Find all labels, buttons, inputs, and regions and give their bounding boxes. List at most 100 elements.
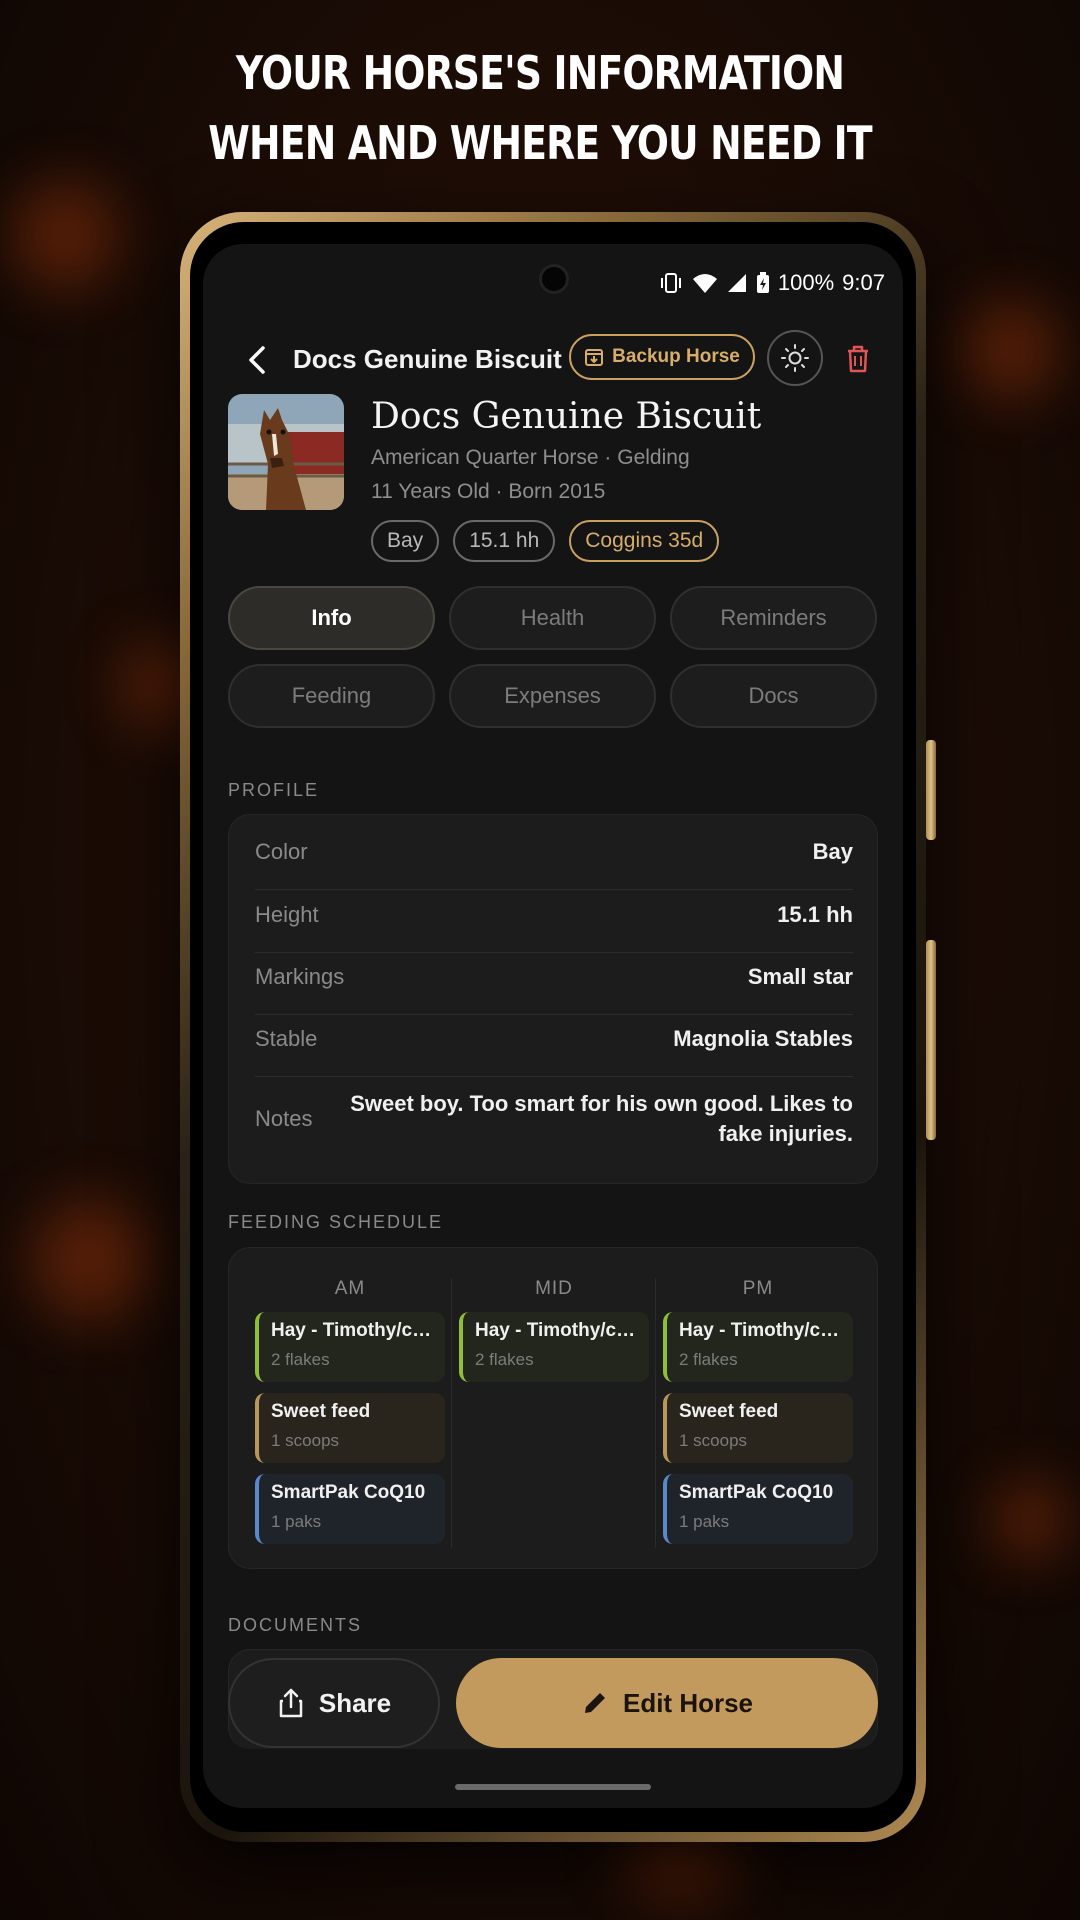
feed-item[interactable]: Sweet feed 1 scoops bbox=[255, 1393, 445, 1463]
clock: 9:07 bbox=[842, 270, 885, 295]
feed-item-title: Sweet feed bbox=[679, 1401, 779, 1422]
headline-line-2: WHEN AND WHERE YOU NEED IT bbox=[208, 116, 872, 170]
feed-item[interactable]: Hay - Timothy/coa... 2 flakes bbox=[255, 1312, 445, 1382]
feed-item[interactable]: SmartPak CoQ10 1 paks bbox=[255, 1474, 445, 1544]
edit-horse-button[interactable]: Edit Horse bbox=[456, 1658, 878, 1748]
height-chip: 15.1 hh bbox=[453, 520, 556, 562]
wifi-icon bbox=[692, 272, 718, 294]
profile-value: 15.1 hh bbox=[777, 902, 853, 927]
archive-icon bbox=[585, 349, 604, 366]
trash-icon bbox=[848, 345, 868, 373]
tab-docs[interactable]: Docs bbox=[670, 664, 877, 728]
status-bar: 100% 9:07 bbox=[658, 270, 885, 296]
feed-item[interactable]: Sweet feed 1 scoops bbox=[663, 1393, 853, 1463]
profile-value: Magnolia Stables bbox=[673, 1026, 853, 1051]
feed-item-amount: 1 scoops bbox=[271, 1431, 340, 1450]
edit-horse-label: Edit Horse bbox=[622, 1687, 754, 1718]
divider bbox=[255, 1014, 853, 1015]
share-button[interactable]: Share bbox=[228, 1658, 440, 1748]
marketing-headline: YOUR HORSE'S INFORMATION WHEN AND WHERE … bbox=[97, 38, 983, 178]
tab-info[interactable]: Info bbox=[228, 586, 435, 650]
profile-key: Height bbox=[255, 902, 319, 927]
profile-key: Color bbox=[255, 839, 308, 864]
power-button bbox=[926, 940, 936, 1140]
chevron-left-icon bbox=[249, 346, 265, 374]
feed-item-title: Hay - Timothy/coa... bbox=[679, 1320, 841, 1341]
profile-key: Markings bbox=[255, 964, 345, 989]
feed-item[interactable]: SmartPak CoQ10 1 paks bbox=[663, 1474, 853, 1544]
page-title: Docs Genuine Biscuit bbox=[293, 344, 562, 374]
feed-item-title: SmartPak CoQ10 bbox=[271, 1482, 426, 1503]
bokeh-light bbox=[10, 180, 120, 290]
column-divider bbox=[451, 1278, 452, 1548]
battery-icon bbox=[756, 272, 770, 294]
headline-line-1: YOUR HORSE'S INFORMATION bbox=[235, 46, 845, 100]
feed-item-amount: 2 flakes bbox=[679, 1350, 738, 1369]
feed-item-title: Hay - Timothy/coa... bbox=[271, 1320, 433, 1341]
profile-row-height: Height 15.1 hh bbox=[255, 900, 853, 930]
tab-reminders[interactable]: Reminders bbox=[670, 586, 877, 650]
share-icon bbox=[279, 1688, 303, 1718]
home-indicator[interactable] bbox=[455, 1784, 651, 1790]
feed-item-amount: 1 paks bbox=[679, 1512, 730, 1531]
bokeh-light bbox=[990, 1480, 1070, 1560]
feed-item[interactable]: Hay - Timothy/coa... 2 flakes bbox=[459, 1312, 649, 1382]
top-app-bar: Docs Genuine Biscuit Backup Horse bbox=[203, 330, 903, 390]
feed-item-amount: 2 flakes bbox=[271, 1350, 330, 1369]
feed-item[interactable]: Hay - Timothy/coa... 2 flakes bbox=[663, 1312, 853, 1382]
horse-photo[interactable] bbox=[228, 394, 344, 510]
profile-card: Color Bay Height 15.1 hh Markings Small … bbox=[228, 814, 878, 1184]
profile-value: Small star bbox=[747, 964, 853, 989]
profile-key: Notes bbox=[255, 1106, 313, 1131]
backup-horse-button[interactable]: Backup Horse bbox=[569, 334, 755, 380]
divider bbox=[255, 889, 853, 890]
horse-name: Docs Genuine Biscuit bbox=[371, 396, 762, 437]
column-header-mid: MID bbox=[535, 1278, 573, 1299]
divider bbox=[255, 952, 853, 953]
color-chip: Bay bbox=[371, 520, 440, 562]
front-camera bbox=[539, 264, 569, 294]
vibrate-icon bbox=[658, 272, 684, 294]
feed-item-title: SmartPak CoQ10 bbox=[679, 1482, 834, 1503]
backup-horse-label: Backup Horse bbox=[612, 346, 740, 367]
battery-percent: 100% bbox=[777, 270, 835, 295]
delete-button[interactable] bbox=[845, 344, 871, 379]
pencil-icon bbox=[584, 1693, 605, 1713]
profile-value: Bay bbox=[812, 839, 853, 864]
bokeh-light bbox=[30, 1200, 150, 1320]
app-screen: 100% 9:07 Docs Genuine Biscuit Backup Ho… bbox=[203, 244, 903, 1808]
profile-section-label: PROFILE bbox=[228, 780, 320, 800]
column-divider bbox=[655, 1278, 656, 1548]
section-tabs: Info Health Reminders Feeding Expenses D… bbox=[228, 586, 879, 728]
feeding-schedule-card: AM MID PM Hay - Timothy/coa... 2 flakes … bbox=[228, 1247, 878, 1569]
feed-item-amount: 1 scoops bbox=[679, 1431, 748, 1450]
horse-age-line: 11 Years Old · Born 2015 bbox=[371, 480, 606, 503]
profile-row-color: Color Bay bbox=[255, 837, 853, 867]
divider bbox=[255, 1076, 853, 1077]
documents-section-label: DOCUMENTS bbox=[228, 1615, 362, 1635]
feed-item-title: Hay - Timothy/coa... bbox=[475, 1320, 637, 1341]
share-label: Share bbox=[318, 1687, 392, 1718]
column-header-pm: PM bbox=[742, 1278, 774, 1299]
horse-breed-line: American Quarter Horse · Gelding bbox=[371, 446, 690, 469]
horse-chips: Bay 15.1 hh Coggins 35d bbox=[371, 520, 720, 562]
tab-expenses[interactable]: Expenses bbox=[449, 664, 656, 728]
feed-item-title: Sweet feed bbox=[271, 1401, 371, 1422]
volume-button bbox=[926, 740, 936, 840]
tab-feeding[interactable]: Feeding bbox=[228, 664, 435, 728]
profile-value: Sweet boy. Too smart for his own good. L… bbox=[350, 1091, 853, 1146]
signal-icon bbox=[726, 272, 748, 294]
feed-item-amount: 1 paks bbox=[271, 1512, 322, 1531]
profile-row-notes: Notes Sweet boy. Too smart for his own g… bbox=[255, 1087, 853, 1151]
feeding-section-label: FEEDING SCHEDULE bbox=[228, 1212, 444, 1232]
bokeh-light bbox=[960, 300, 1060, 400]
sun-icon bbox=[781, 344, 809, 372]
profile-row-stable: Stable Magnolia Stables bbox=[255, 1024, 853, 1054]
back-button[interactable] bbox=[243, 342, 273, 378]
column-header-am: AM bbox=[334, 1278, 366, 1299]
coggins-chip[interactable]: Coggins 35d bbox=[569, 520, 720, 562]
feed-item-amount: 2 flakes bbox=[475, 1350, 534, 1369]
theme-toggle-button[interactable] bbox=[767, 330, 823, 386]
tab-health[interactable]: Health bbox=[449, 586, 656, 650]
profile-row-markings: Markings Small star bbox=[255, 962, 853, 992]
